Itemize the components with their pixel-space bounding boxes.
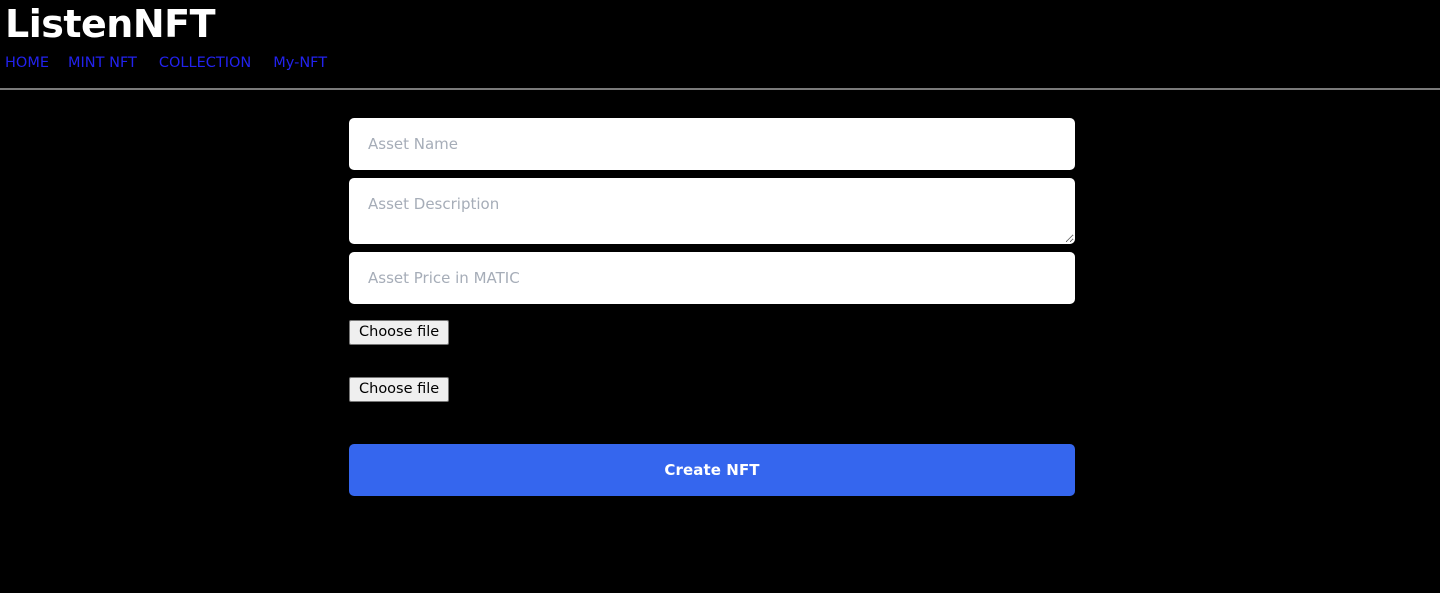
main-content: Choose file Choose file Create NFT xyxy=(0,90,1440,496)
nav-link-collection[interactable]: COLLECTION xyxy=(159,54,251,72)
primary-file-row: Choose file xyxy=(349,320,1075,345)
secondary-file-row: Choose file xyxy=(349,377,1075,402)
nav-link-home[interactable]: HOME xyxy=(5,54,49,72)
create-nft-form: Choose file Choose file Create NFT xyxy=(349,118,1075,496)
app-root: ListenNFT HOME MINT NFT COLLECTION My-NF… xyxy=(0,0,1440,593)
nav-link-mint-nft[interactable]: MINT NFT xyxy=(68,54,137,72)
asset-description-textarea[interactable] xyxy=(349,178,1075,244)
create-nft-button[interactable]: Create NFT xyxy=(349,444,1075,496)
nav-link-my-nft[interactable]: My-NFT xyxy=(273,54,327,72)
site-header: ListenNFT HOME MINT NFT COLLECTION My-NF… xyxy=(0,0,1440,90)
asset-price-input[interactable] xyxy=(349,252,1075,304)
choose-file-button-secondary[interactable]: Choose file xyxy=(349,377,450,402)
choose-file-button-primary[interactable]: Choose file xyxy=(349,320,450,345)
asset-name-input[interactable] xyxy=(349,118,1075,170)
main-navigation: HOME MINT NFT COLLECTION My-NFT xyxy=(0,43,1440,72)
brand-title: ListenNFT xyxy=(5,2,216,46)
